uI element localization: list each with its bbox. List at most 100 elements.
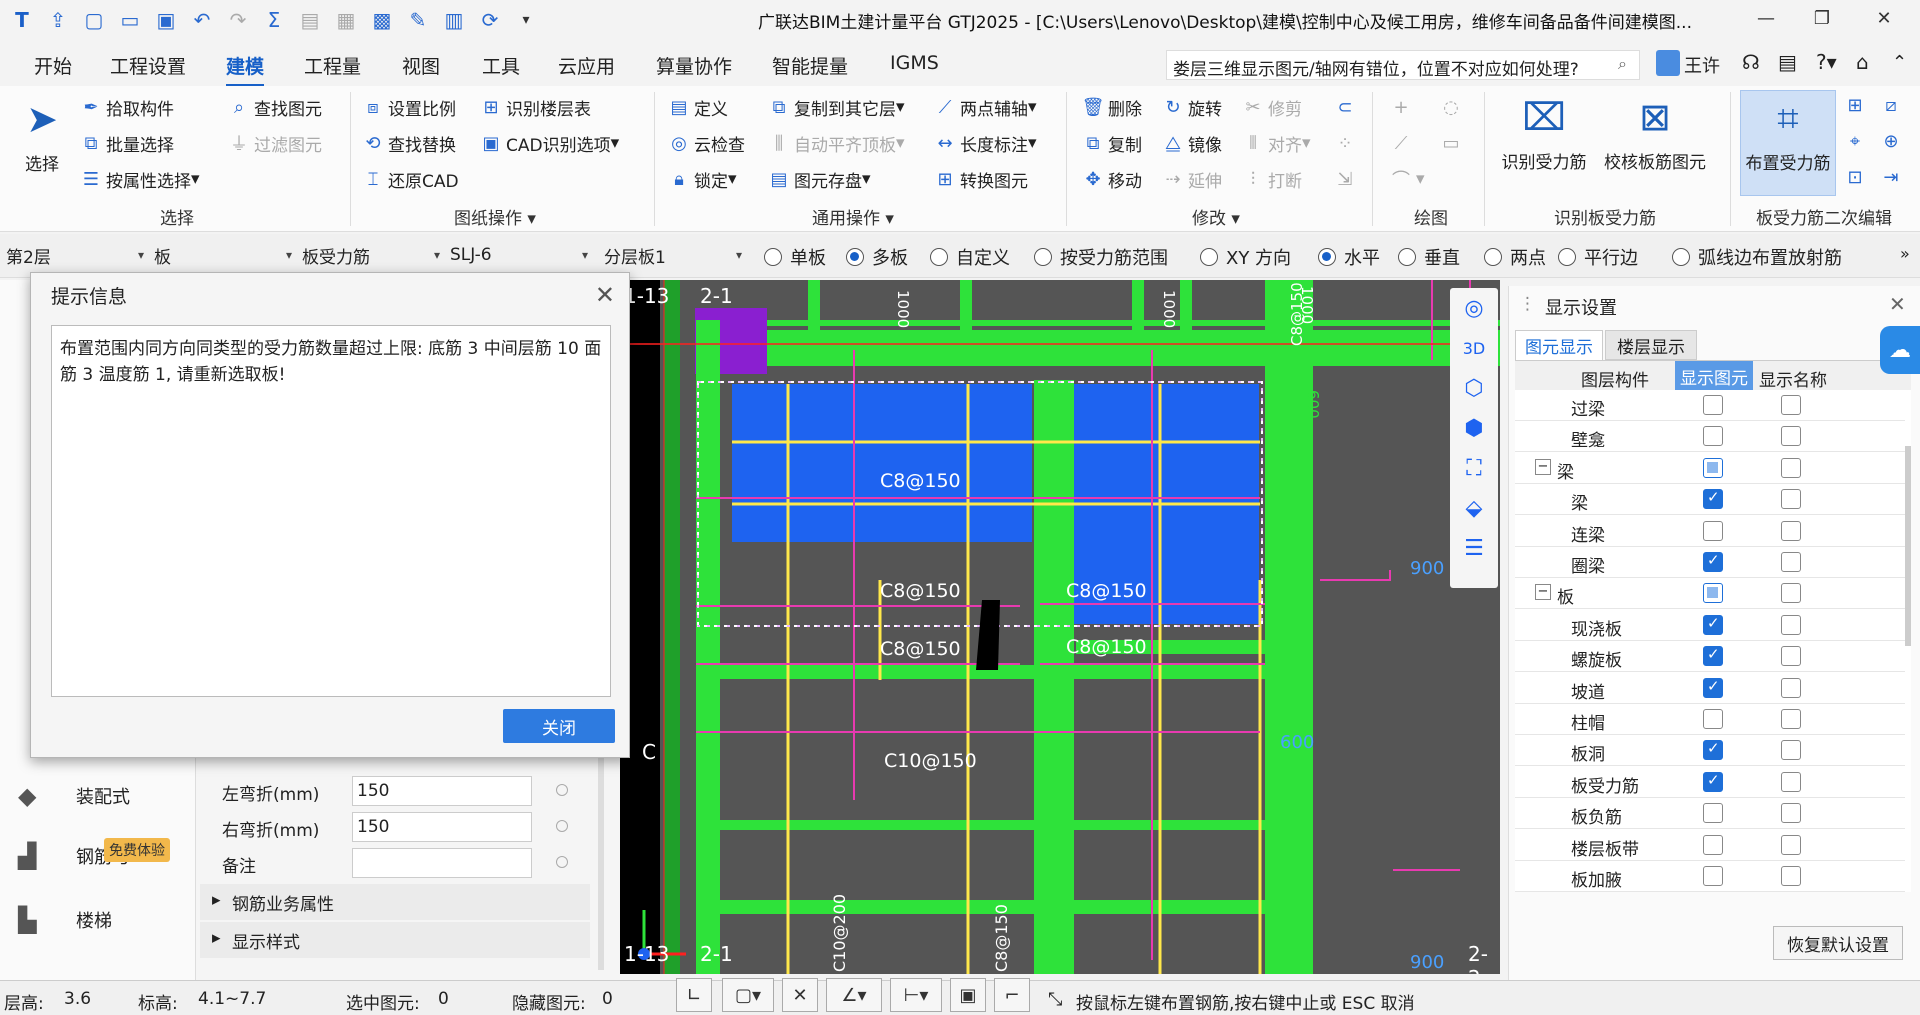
show-name-checkbox[interactable] bbox=[1781, 803, 1801, 824]
line-draw-icon[interactable]: ⟋ bbox=[1390, 128, 1416, 158]
app-logo-icon[interactable]: T bbox=[4, 5, 40, 35]
menu-tools[interactable]: 工具 bbox=[482, 52, 520, 79]
show-name-checkbox[interactable] bbox=[1781, 709, 1801, 729]
layer-dropdown[interactable]: 分层板1 bbox=[600, 240, 746, 270]
copy-button[interactable]: ⧉ 复制 bbox=[1082, 128, 1142, 158]
edit-tool-6-icon[interactable]: ⇥ bbox=[1880, 162, 1906, 192]
place-rebar-button[interactable]: ⌗ 布置受力筋 bbox=[1740, 90, 1836, 196]
edit-tool-4-icon[interactable]: ⊕ bbox=[1880, 126, 1906, 156]
collapse-ribbon-icon[interactable]: ⌃ bbox=[1892, 52, 1907, 73]
radio-option[interactable]: 多板 bbox=[846, 244, 908, 270]
array-icon[interactable]: ⁘ bbox=[1334, 128, 1360, 158]
prop-group-display-style[interactable]: ▸ 显示样式 bbox=[200, 922, 590, 958]
align-button[interactable]: ⫴ 对齐 ▾ bbox=[1242, 128, 1310, 158]
snap-tool-icon[interactable]: ▢▾ bbox=[722, 978, 774, 1012]
radio-option[interactable]: 两点 bbox=[1484, 244, 1546, 270]
user-name[interactable]: 王许 bbox=[1684, 52, 1720, 78]
mirror-button[interactable]: ⧋ 镜像 bbox=[1162, 128, 1222, 158]
dialog-close-button[interactable]: 关闭 bbox=[503, 709, 615, 743]
restore-cad-button[interactable]: ⌶ 还原CAD bbox=[362, 164, 459, 194]
point-draw-icon[interactable]: + bbox=[1390, 92, 1416, 122]
length-mark-button[interactable]: ↔ 长度标注 ▾ bbox=[934, 128, 1036, 158]
angle-tool-icon[interactable]: ∠▾ bbox=[826, 978, 882, 1012]
batch-select-button[interactable]: ⧉ 批量选择 bbox=[80, 128, 174, 158]
left-bend-input[interactable]: 150 bbox=[352, 776, 532, 806]
show-name-checkbox[interactable] bbox=[1781, 866, 1801, 886]
define-button[interactable]: ▤ 定义 bbox=[668, 92, 728, 122]
rotate-button[interactable]: ↻ 旋转 bbox=[1162, 92, 1222, 122]
set-scale-button[interactable]: ⧈ 设置比例 bbox=[362, 92, 456, 122]
show-element-checkbox[interactable] bbox=[1703, 709, 1723, 729]
radio-option[interactable]: 弧线边布置放射筋 bbox=[1672, 244, 1842, 270]
show-name-checkbox[interactable] bbox=[1781, 583, 1801, 604]
help-icon[interactable]: ?▾ bbox=[1816, 50, 1837, 74]
break-button[interactable]: ⫶ 打断 bbox=[1242, 164, 1302, 194]
show-element-checkbox[interactable] bbox=[1703, 395, 1723, 415]
table-icon[interactable]: ▦ bbox=[328, 5, 364, 35]
floor-dropdown[interactable]: 第2层 bbox=[2, 240, 148, 270]
box-view-icon[interactable]: ⬙ bbox=[1450, 488, 1498, 528]
move-button[interactable]: ✥ 移动 bbox=[1082, 164, 1142, 194]
edit-tool-5-icon[interactable]: ⊡ bbox=[1844, 162, 1870, 192]
sub-type-dropdown[interactable]: 板受力筋 bbox=[298, 240, 444, 270]
stair-tool[interactable]: ▙ 楼梯 bbox=[18, 906, 112, 934]
radio-option[interactable]: 垂直 bbox=[1398, 244, 1460, 270]
prop-group-rebar-business[interactable]: ▸ 钢筋业务属性 bbox=[200, 884, 590, 920]
show-name-checkbox[interactable] bbox=[1781, 614, 1801, 635]
new-file-icon[interactable]: ▢ bbox=[76, 5, 112, 35]
free-trial-badge[interactable]: 免费体验 bbox=[104, 838, 170, 862]
stretch-icon[interactable]: ⇲ bbox=[1334, 164, 1360, 194]
drawing-canvas[interactable]: 1-13 2-1 1-13 2-1 C C8@150 C8@150 C8@150… bbox=[620, 280, 1500, 974]
customize-icon[interactable]: ▾ bbox=[508, 5, 544, 35]
upload-icon[interactable]: ⇪ bbox=[40, 5, 76, 35]
show-name-checkbox[interactable] bbox=[1781, 677, 1801, 698]
find-replace-button[interactable]: ⟲ 查找替换 bbox=[362, 128, 456, 158]
identify-rebar-button[interactable]: ⌧ 识别受力筋 bbox=[1494, 90, 1594, 173]
show-name-checkbox[interactable] bbox=[1781, 552, 1801, 572]
show-element-checkbox[interactable] bbox=[1703, 488, 1723, 510]
show-name-checkbox[interactable] bbox=[1781, 426, 1801, 447]
extend-button[interactable]: ⇢ 延伸 bbox=[1162, 164, 1222, 194]
panel-scrollbar[interactable] bbox=[1905, 446, 1911, 646]
show-element-checkbox[interactable] bbox=[1703, 645, 1723, 667]
show-element-checkbox[interactable] bbox=[1703, 739, 1723, 761]
show-name-checkbox[interactable] bbox=[1781, 457, 1801, 478]
grid-icon[interactable]: ▩ bbox=[364, 5, 400, 35]
copy-to-floor-button[interactable]: ⧉ 复制到其它层 ▾ bbox=[768, 92, 905, 122]
radio-option[interactable]: 自定义 bbox=[930, 244, 1010, 270]
view-3d-icon[interactable]: 3D bbox=[1450, 328, 1498, 368]
fit-view-icon[interactable]: ⛶ bbox=[1450, 448, 1498, 488]
delete-button[interactable]: 🗑︎ 删除 bbox=[1082, 92, 1142, 122]
redo-icon[interactable]: ↷ bbox=[220, 5, 256, 35]
lock-dot[interactable] bbox=[556, 784, 568, 796]
ruler-icon[interactable]: ▥ bbox=[436, 5, 472, 35]
remark-input[interactable] bbox=[352, 848, 532, 878]
prefab-tool[interactable]: ◆ 装配式 bbox=[18, 782, 130, 810]
show-name-checkbox[interactable] bbox=[1781, 489, 1801, 510]
right-bend-input[interactable]: 150 bbox=[352, 812, 532, 842]
menu-collab[interactable]: 算量协作 bbox=[656, 52, 732, 79]
edit-tool-2-icon[interactable]: ⧄ bbox=[1880, 90, 1906, 120]
cross-tool-icon[interactable]: ✕ bbox=[782, 978, 818, 1012]
open-folder-icon[interactable]: ▭ bbox=[112, 5, 148, 35]
more-options-icon[interactable]: » bbox=[1900, 244, 1910, 263]
radio-option[interactable]: 单板 bbox=[764, 244, 826, 270]
show-element-checkbox[interactable] bbox=[1703, 520, 1723, 541]
edit-tool-1-icon[interactable]: ⊞ bbox=[1844, 90, 1870, 120]
list-view-icon[interactable]: ☰ bbox=[1450, 528, 1498, 568]
show-element-checkbox[interactable] bbox=[1703, 457, 1723, 478]
rect-draw-icon[interactable]: ▭ bbox=[1440, 128, 1466, 158]
radio-option[interactable]: 平行边 bbox=[1558, 244, 1638, 270]
convert-element-button[interactable]: ⊞ 转换图元 bbox=[934, 164, 1028, 194]
select-by-attr-button[interactable]: ☰ 按属性选择 ▾ bbox=[80, 164, 200, 194]
save-icon[interactable]: ▣ bbox=[148, 5, 184, 35]
lock-dot[interactable] bbox=[556, 856, 568, 868]
circle-draw-icon[interactable]: ◌ bbox=[1440, 92, 1466, 122]
show-element-checkbox[interactable] bbox=[1703, 866, 1723, 886]
collapse-toggle-icon[interactable]: − bbox=[1535, 458, 1551, 475]
minimize-button[interactable]: — bbox=[1738, 0, 1794, 36]
find-element-button[interactable]: ⌕ 查找图元 bbox=[228, 92, 322, 122]
menu-project-settings[interactable]: 工程设置 bbox=[110, 52, 186, 79]
radio-option[interactable]: XY 方向 bbox=[1200, 244, 1291, 270]
panel-grip-icon[interactable]: ⋮ bbox=[1519, 294, 1536, 314]
